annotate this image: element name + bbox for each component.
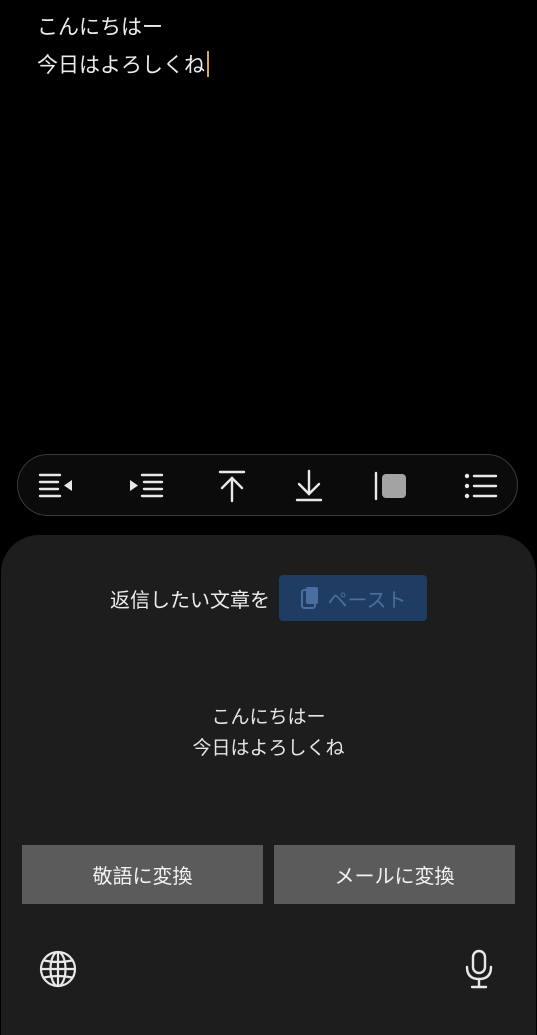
paste-prompt-row: 返信したい文章を ペースト [1, 575, 536, 621]
bullet-list-icon [464, 473, 498, 499]
align-left-arrow-button[interactable] [38, 469, 74, 503]
indent-arrow-icon [130, 473, 164, 498]
move-to-top-button[interactable] [214, 469, 250, 503]
editor-line-2: 今日はよろしくね [37, 46, 497, 84]
formatting-toolbar [17, 454, 518, 516]
paste-button[interactable]: ペースト [279, 575, 427, 621]
reply-preview: こんにちはー 今日はよろしくね [1, 702, 536, 764]
language-switch-button[interactable] [36, 947, 80, 991]
text-editor[interactable]: こんにちはー 今日はよろしくね [37, 8, 497, 84]
convert-honorific-button[interactable]: 敬語に変換 [22, 845, 263, 904]
clipboard-icon [300, 587, 318, 609]
paste-prompt-label: 返信したい文章を [110, 587, 270, 612]
preview-line-1: こんにちはー [211, 706, 326, 728]
voice-input-button[interactable] [457, 947, 501, 991]
microphone-icon [465, 949, 493, 989]
move-to-top-icon [218, 470, 246, 503]
indent-arrow-button[interactable] [128, 469, 164, 503]
text-caret [207, 51, 209, 77]
paste-button-label: ペースト [327, 587, 407, 612]
move-to-bottom-button[interactable] [291, 469, 327, 503]
reply-keyboard-panel: 返信したい文章を ペースト こんにちはー 今日はよろしくね 敬語に変換 メールに… [1, 535, 536, 1035]
convert-mail-button[interactable]: メールに変換 [274, 845, 515, 904]
color-block-button[interactable] [373, 469, 409, 503]
color-block-icon [374, 471, 406, 501]
preview-line-2: 今日はよろしくね [192, 737, 345, 759]
editor-line-2-text: 今日はよろしくね [37, 53, 205, 77]
align-left-arrow-icon [38, 473, 72, 498]
bullet-list-button[interactable] [463, 469, 499, 503]
globe-icon [39, 950, 77, 988]
editor-line-1: こんにちはー [37, 15, 163, 39]
move-to-bottom-icon [295, 469, 323, 502]
